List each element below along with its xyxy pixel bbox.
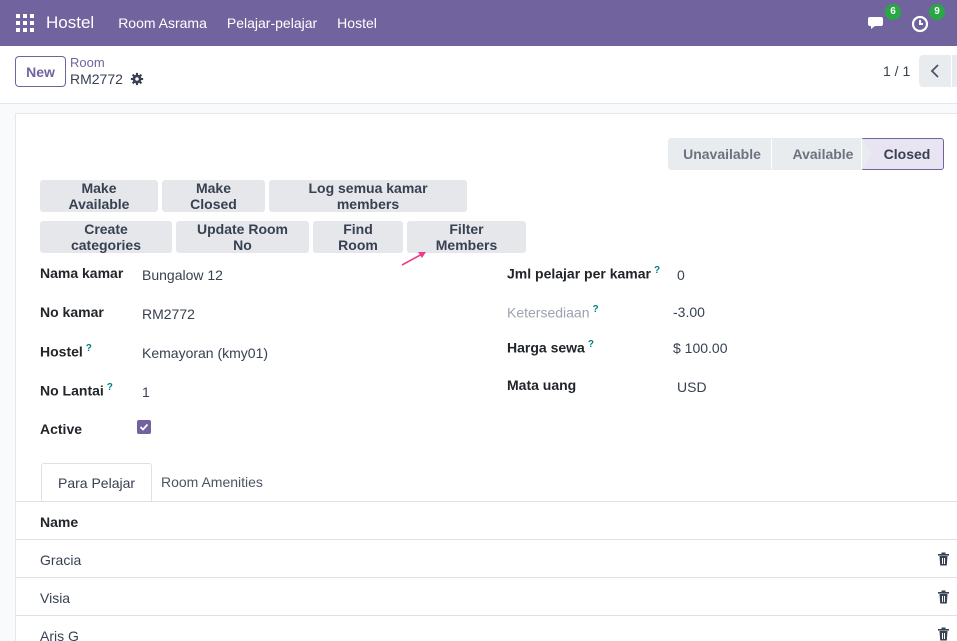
- ketersediaan-field-label: Ketersediaan?: [507, 304, 599, 321]
- trash-icon[interactable]: [937, 552, 950, 566]
- breadcrumb[interactable]: Room: [70, 55, 105, 70]
- menu-hostel[interactable]: Hostel: [337, 15, 377, 31]
- control-panel: New Room RM2772 1 / 1: [0, 46, 957, 104]
- pointer-arrow-icon: [401, 252, 426, 266]
- help-tooltip-icon[interactable]: ?: [107, 382, 113, 393]
- make-closed-button[interactable]: Make Closed: [162, 180, 265, 212]
- hostel-field-label: Hostel?: [40, 343, 92, 360]
- pager-previous-button[interactable]: [919, 55, 951, 87]
- update-room-no-button[interactable]: Update Room No: [176, 221, 309, 253]
- menu-pelajar[interactable]: Pelajar-pelajar: [227, 15, 317, 31]
- messages-button[interactable]: 6: [867, 4, 901, 33]
- hostel-label-text: Hostel: [40, 343, 83, 360]
- nama-kamar-value[interactable]: Bungalow 12: [142, 267, 223, 283]
- harga-field-label: Harga sewa?: [507, 339, 594, 356]
- no-lantai-value[interactable]: 1: [142, 384, 150, 400]
- harga-label-text: Harga sewa: [507, 339, 585, 356]
- harga-value[interactable]: $ 100.00: [673, 340, 728, 356]
- tab-para-pelajar[interactable]: Para Pelajar: [41, 463, 153, 502]
- help-tooltip-icon[interactable]: ?: [588, 339, 594, 350]
- jml-field-label: Jml pelajar per kamar?: [507, 265, 660, 282]
- stage-unavailable[interactable]: Unavailable: [668, 138, 782, 170]
- record-name: RM2772: [70, 71, 123, 87]
- no-kamar-label: No kamar: [40, 304, 104, 320]
- no-kamar-value[interactable]: RM2772: [142, 306, 195, 322]
- tab-room-amenities[interactable]: Room Amenities: [145, 463, 279, 502]
- record-title: RM2772: [70, 71, 144, 87]
- find-room-button[interactable]: Find Room: [313, 221, 403, 253]
- list-item[interactable]: Gracia: [40, 552, 81, 568]
- new-button[interactable]: New: [15, 56, 66, 87]
- app-brand[interactable]: Hostel: [46, 13, 94, 33]
- help-tooltip-icon[interactable]: ?: [654, 265, 660, 276]
- stage-label: Closed: [883, 146, 931, 162]
- stage-label: Available: [792, 146, 854, 162]
- top-navbar: Hostel Room Asrama Pelajar-pelajar Hoste…: [0, 0, 957, 46]
- status-bar: Unavailable Available Closed: [668, 138, 944, 170]
- make-available-button[interactable]: Make Available: [40, 180, 158, 212]
- row-divider: [16, 539, 957, 540]
- no-lantai-label-text: No Lantai: [40, 382, 104, 399]
- stage-available[interactable]: Available: [772, 138, 872, 170]
- list-header-name[interactable]: Name: [40, 514, 78, 530]
- hostel-value[interactable]: Kemayoran (kmy01): [142, 345, 268, 361]
- no-lantai-field-label: No Lantai?: [40, 382, 113, 399]
- activities-badge: 9: [929, 4, 945, 20]
- chat-icon: [868, 17, 883, 29]
- list-item[interactable]: Aris G: [40, 628, 79, 641]
- pager-value[interactable]: 1 / 1: [883, 63, 910, 79]
- jml-label-text: Jml pelajar per kamar: [507, 265, 651, 282]
- log-members-button[interactable]: Log semua kamar members: [269, 180, 467, 212]
- jml-value[interactable]: 0: [677, 267, 685, 283]
- ketersediaan-value: -3.00: [673, 304, 705, 320]
- mata-uang-label: Mata uang: [507, 377, 577, 393]
- active-label: Active: [40, 421, 83, 437]
- stage-closed[interactable]: Closed: [862, 138, 944, 170]
- menu-room-asrama[interactable]: Room Asrama: [118, 15, 207, 31]
- gear-icon[interactable]: [130, 72, 144, 86]
- activities-button[interactable]: 9: [911, 4, 945, 33]
- ketersediaan-label-text: Ketersediaan: [507, 304, 590, 321]
- row-divider: [16, 615, 957, 616]
- active-checkbox[interactable]: [137, 420, 151, 434]
- row-divider: [16, 577, 957, 578]
- clock-icon: [911, 15, 929, 33]
- trash-icon[interactable]: [937, 627, 950, 641]
- help-tooltip-icon[interactable]: ?: [86, 343, 92, 354]
- list-item[interactable]: Visia: [40, 590, 70, 606]
- tab-divider: [16, 501, 957, 502]
- mata-uang-value[interactable]: USD: [677, 379, 707, 395]
- pager-next-button[interactable]: [952, 55, 957, 87]
- chevron-left-icon: [930, 64, 939, 78]
- messages-badge: 6: [885, 4, 901, 20]
- stage-label: Unavailable: [683, 146, 761, 162]
- help-tooltip-icon[interactable]: ?: [593, 304, 599, 315]
- apps-menu-icon[interactable]: [16, 14, 34, 32]
- checkmark-icon: [139, 423, 149, 431]
- create-categories-button[interactable]: Create categories: [40, 221, 172, 253]
- trash-icon[interactable]: [937, 590, 950, 604]
- nama-kamar-label: Nama kamar: [40, 265, 124, 281]
